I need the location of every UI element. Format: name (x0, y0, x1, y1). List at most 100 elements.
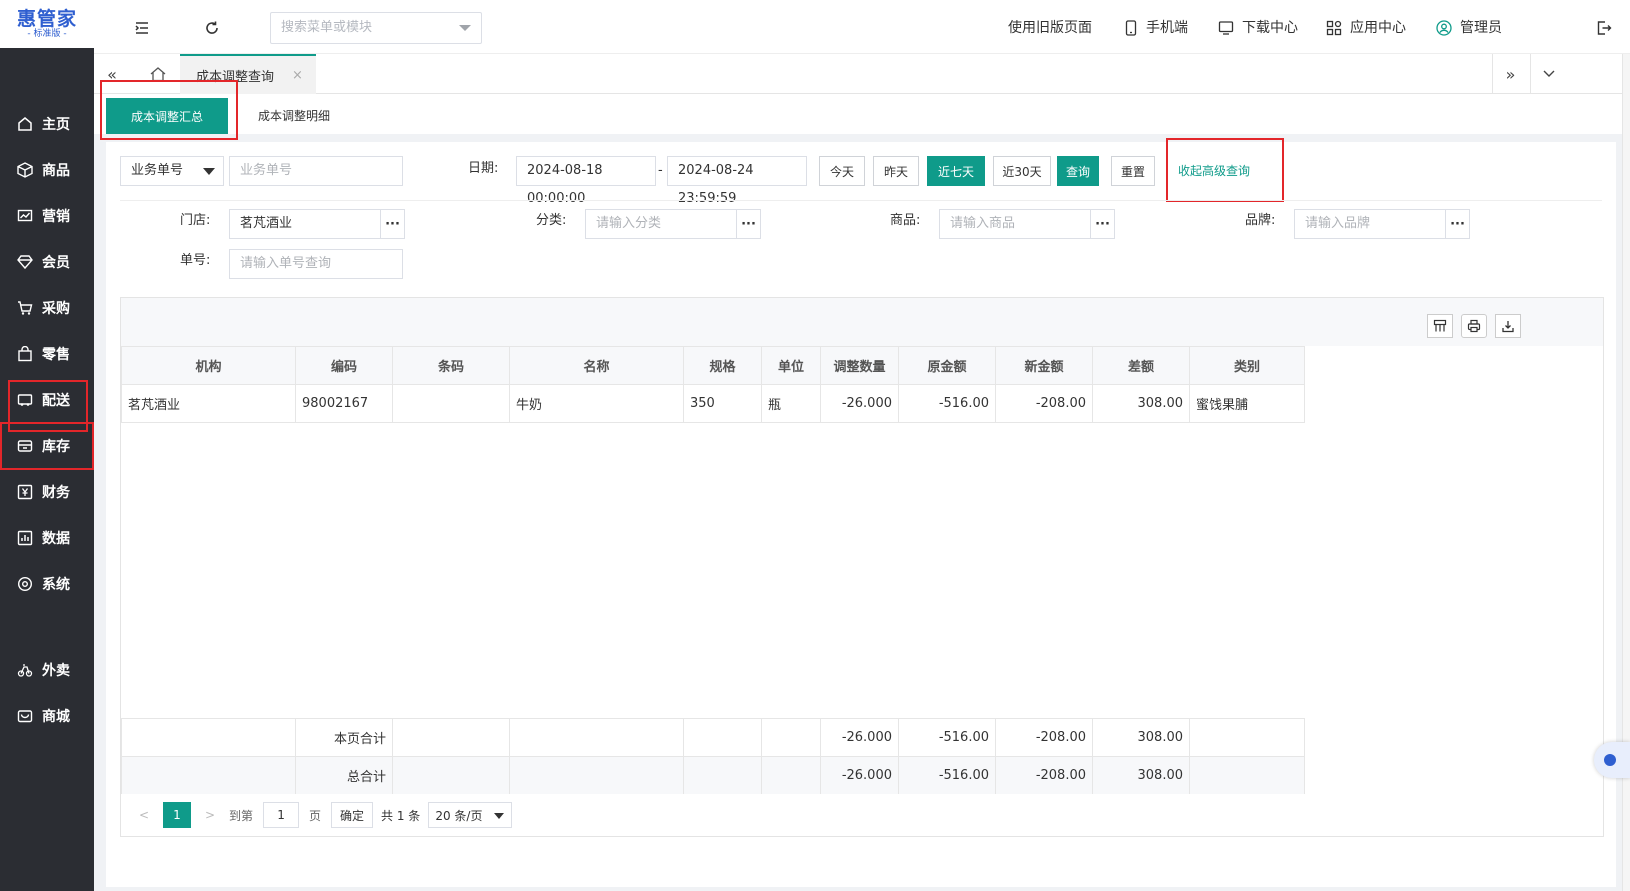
brand-label: 品牌: (1245, 213, 1276, 228)
sidebar-item-data[interactable]: 数据 (0, 514, 94, 562)
logout-icon[interactable] (1592, 16, 1616, 40)
column-header[interactable]: 单位 (761, 346, 821, 385)
product-picker-button[interactable]: ··· (1091, 209, 1115, 239)
store-picker-button[interactable]: ··· (381, 209, 405, 239)
cell-old-amount: -516.00 (898, 384, 996, 423)
menu-search-select[interactable]: 搜索菜单或模块 (270, 12, 482, 44)
tabs-dropdown-icon[interactable] (1530, 54, 1566, 94)
bizno-input[interactable]: 业务单号 (229, 156, 403, 186)
print-icon[interactable] (1461, 314, 1487, 338)
sidebar-item-takeout[interactable]: 外卖 (0, 646, 94, 694)
table-row[interactable]: 茗芃酒业 98002167 牛奶 350 瓶 -26.000 -516.00 -… (121, 384, 1305, 423)
mobile-link[interactable]: 手机端 (1124, 16, 1188, 40)
column-header[interactable]: 规格 (683, 346, 762, 385)
phone-icon (1125, 20, 1137, 36)
grand-total-label: 总合计 (295, 756, 393, 795)
product-input[interactable]: 请输入商品 (939, 209, 1091, 239)
close-icon[interactable]: × (292, 68, 303, 83)
column-header[interactable]: 类别 (1189, 346, 1305, 385)
mall-icon (16, 707, 34, 725)
next-page-icon[interactable]: > (201, 808, 219, 822)
date-from-input[interactable]: 2024-08-18 00:00:00 (516, 156, 656, 206)
cell-unit: 瓶 (761, 384, 821, 423)
last-30-days-button[interactable]: 近30天 (993, 156, 1051, 186)
query-button[interactable]: 查询 (1057, 156, 1099, 186)
sidebar-item-inventory[interactable]: 库存 (0, 422, 94, 470)
sidebar-item-purchase[interactable]: 采购 (0, 284, 94, 332)
tab-cost-adjust-query[interactable]: 成本调整查询 × (180, 54, 316, 94)
tab-bar: « 成本调整查询 × » (94, 54, 1630, 94)
sidebar-item-finance[interactable]: 财务 (0, 468, 94, 516)
home-tab-icon[interactable] (138, 54, 178, 94)
page-number-current[interactable]: 1 (163, 802, 191, 828)
tabs-scroll-left-icon[interactable]: « (94, 54, 130, 94)
prev-page-icon[interactable]: < (135, 808, 153, 822)
user-name: 管理员 (1460, 20, 1502, 36)
old-page-link[interactable]: 使用旧版页面 (1008, 16, 1092, 40)
sidebar: 惠管家 - 标准版 - 主页 商品 营销 会员 采购 零售 配送 库存 财务 数… (0, 0, 94, 891)
date-to-input[interactable]: 2024-08-24 23:59:59 (667, 156, 807, 206)
floating-assistant-icon[interactable] (1594, 742, 1630, 778)
reset-button[interactable]: 重置 (1111, 156, 1155, 186)
page-size-select[interactable]: 20 条/页 (428, 802, 513, 828)
subtab-summary[interactable]: 成本调整汇总 (106, 98, 228, 134)
goto-page-input[interactable]: 1 (263, 802, 300, 828)
last-7-days-button[interactable]: 近七天 (927, 156, 985, 186)
column-header[interactable]: 名称 (509, 346, 684, 385)
subtab-detail[interactable]: 成本调整明细 (258, 102, 330, 130)
sidebar-item-marketing[interactable]: 营销 (0, 192, 94, 240)
column-header[interactable]: 编码 (295, 346, 393, 385)
cell-code[interactable]: 98002167 (295, 384, 393, 423)
sidebar-item-goods[interactable]: 商品 (0, 146, 94, 194)
store-input[interactable]: 茗芃酒业 (229, 209, 381, 239)
cell-qty: -26.000 (820, 384, 899, 423)
category-input[interactable]: 请输入分类 (585, 209, 737, 239)
cell-barcode (392, 384, 510, 423)
brand-input[interactable]: 请输入品牌 (1294, 209, 1446, 239)
export-icon[interactable] (1495, 314, 1521, 338)
menu-search-placeholder: 搜索菜单或模块 (281, 20, 373, 35)
box-icon (16, 161, 34, 179)
search-type-select[interactable]: 业务单号 (120, 156, 224, 186)
orderno-input[interactable]: 请输入单号查询 (229, 249, 403, 279)
bike-icon (16, 661, 34, 679)
column-header[interactable]: 原金额 (898, 346, 996, 385)
user-menu[interactable]: 管理员 (1436, 16, 1502, 40)
chart-icon (16, 207, 34, 225)
today-button[interactable]: 今天 (819, 156, 865, 186)
total-count: 共 1 条 (381, 808, 421, 823)
refresh-icon[interactable] (200, 16, 224, 40)
page-size-value: 20 条/页 (435, 808, 483, 823)
app-center-link[interactable]: 应用中心 (1326, 16, 1406, 40)
table-header-row: 机构 编码 条码 名称 规格 单位 调整数量 原金额 新金额 差额 类别 (121, 346, 1305, 385)
product-label: 商品: (890, 213, 921, 228)
columns-setting-icon[interactable] (1427, 314, 1453, 338)
chevron-down-icon (203, 168, 215, 175)
category-picker-button[interactable]: ··· (737, 209, 761, 239)
user-icon (1436, 20, 1452, 36)
page-total-label: 本页合计 (295, 718, 393, 757)
cell-new-amount: -208.00 (995, 384, 1093, 423)
sidebar-item-member[interactable]: 会员 (0, 238, 94, 286)
tabs-scroll-right-icon[interactable]: » (1492, 54, 1528, 94)
menu-collapse-icon[interactable] (130, 16, 154, 40)
sidebar-item-mall[interactable]: 商城 (0, 692, 94, 740)
sidebar-item-retail[interactable]: 零售 (0, 330, 94, 378)
column-header[interactable]: 新金额 (995, 346, 1093, 385)
toggle-advanced-query-link[interactable]: 收起高级查询 (1178, 156, 1250, 186)
column-header[interactable]: 差额 (1092, 346, 1190, 385)
sidebar-item-system[interactable]: 系统 (0, 560, 94, 608)
brand-picker-button[interactable]: ··· (1446, 209, 1470, 239)
top-bar: 搜索菜单或模块 使用旧版页面 手机端 下载中心 应用中心 管理员 (94, 0, 1630, 54)
column-header[interactable]: 机构 (121, 346, 296, 385)
monitor-icon (1218, 21, 1234, 35)
warehouse-icon (16, 437, 34, 455)
download-center-link[interactable]: 下载中心 (1218, 16, 1298, 40)
sidebar-item-delivery[interactable]: 配送 (0, 376, 94, 424)
yesterday-button[interactable]: 昨天 (873, 156, 919, 186)
search-type-value: 业务单号 (131, 163, 184, 178)
column-header[interactable]: 调整数量 (820, 346, 899, 385)
sidebar-item-home[interactable]: 主页 (0, 100, 94, 148)
goto-confirm-button[interactable]: 确定 (331, 802, 374, 828)
column-header[interactable]: 条码 (392, 346, 510, 385)
